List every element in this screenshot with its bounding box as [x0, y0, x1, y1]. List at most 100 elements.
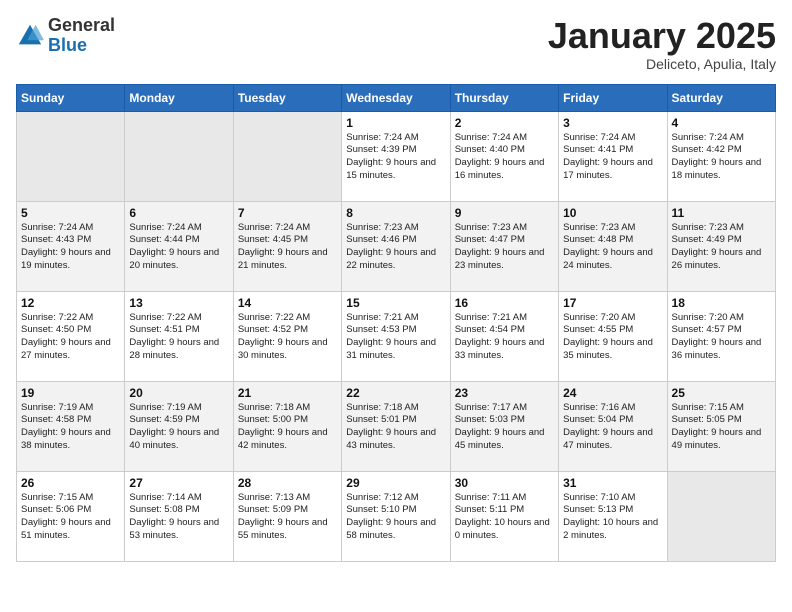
weekday-header: Thursday	[450, 84, 558, 111]
calendar-cell: 4Sunrise: 7:24 AMSunset: 4:42 PMDaylight…	[667, 111, 775, 201]
calendar-cell: 27 Sunrise: 7:14 AMSunset: 5:08 PMDayligh…	[125, 471, 233, 561]
calendar-cell: 28Sunrise: 7:13 AMSunset: 5:09 PMDayligh…	[233, 471, 341, 561]
calendar-cell: 15Sunrise: 7:21 AMSunset: 4:53 PMDayligh…	[342, 291, 450, 381]
calendar-cell: 8 Sunrise: 7:23 AMSunset: 4:46 PMDaylight…	[342, 201, 450, 291]
calendar-cell: 9 Sunrise: 7:23 AMSunset: 4:47 PMDaylight…	[450, 201, 558, 291]
day-number: 14	[238, 296, 337, 310]
calendar-cell: 14 Sunrise: 7:22 AMSunset: 4:52 PMDayligh…	[233, 291, 341, 381]
day-info: Sunrise: 7:15 AMSunset: 5:05 PMDaylight:…	[672, 402, 771, 453]
calendar-cell: 16 Sunrise: 7:21 AMSunset: 4:54 PMDayligh…	[450, 291, 558, 381]
calendar-cell: 29 Sunrise: 7:12 AMSunset: 5:10 PMDayligh…	[342, 471, 450, 561]
day-number: 1	[346, 116, 445, 130]
day-number: 24	[563, 386, 662, 400]
day-number: 28	[238, 476, 337, 490]
day-number: 25	[672, 386, 771, 400]
calendar-cell: 22 Sunrise: 7:18 AMSunset: 5:01 PMDayligh…	[342, 381, 450, 471]
calendar-table: SundayMondayTuesdayWednesdayThursdayFrid…	[16, 84, 776, 562]
day-number: 31	[563, 476, 662, 490]
day-number: 19	[21, 386, 120, 400]
day-info: Sunrise: 7:22 AMSunset: 4:50 PMDaylight:…	[21, 312, 120, 363]
day-info: Sunrise: 7:21 AMSunset: 4:54 PMDaylight:…	[455, 312, 554, 363]
day-info: Sunrise: 7:22 AMSunset: 4:51 PMDaylight:…	[129, 312, 228, 363]
calendar-cell	[17, 111, 125, 201]
calendar-week-row: 19 Sunrise: 7:19 AMSunset: 4:58 PMDayligh…	[17, 381, 776, 471]
day-info: Sunrise: 7:24 AMSunset: 4:42 PMDaylight:…	[672, 132, 771, 183]
calendar-week-row: 1Sunrise: 7:24 AMSunset: 4:39 PMDaylight…	[17, 111, 776, 201]
day-number: 8	[346, 206, 445, 220]
day-number: 12	[21, 296, 120, 310]
day-info: Sunrise: 7:24 AMSunset: 4:43 PMDaylight:…	[21, 222, 120, 273]
weekday-header: Monday	[125, 84, 233, 111]
weekday-header: Saturday	[667, 84, 775, 111]
calendar-cell: 6 Sunrise: 7:24 AMSunset: 4:44 PMDaylight…	[125, 201, 233, 291]
location-subtitle: Deliceto, Apulia, Italy	[548, 56, 776, 72]
calendar-cell: 24 Sunrise: 7:16 AMSunset: 5:04 PMDayligh…	[559, 381, 667, 471]
day-number: 17	[563, 296, 662, 310]
logo-blue: Blue	[48, 36, 115, 56]
logo: General Blue	[16, 16, 115, 56]
day-info: Sunrise: 7:23 AMSunset: 4:46 PMDaylight:…	[346, 222, 445, 273]
month-title: January 2025	[548, 16, 776, 56]
day-number: 26	[21, 476, 120, 490]
day-info: Sunrise: 7:10 AMSunset: 5:13 PMDaylight:…	[563, 492, 662, 543]
calendar-cell: 18Sunrise: 7:20 AMSunset: 4:57 PMDayligh…	[667, 291, 775, 381]
calendar-cell: 30Sunrise: 7:11 AMSunset: 5:11 PMDayligh…	[450, 471, 558, 561]
calendar-cell: 1Sunrise: 7:24 AMSunset: 4:39 PMDaylight…	[342, 111, 450, 201]
calendar-cell	[125, 111, 233, 201]
day-number: 7	[238, 206, 337, 220]
day-info: Sunrise: 7:20 AMSunset: 4:57 PMDaylight:…	[672, 312, 771, 363]
day-info: Sunrise: 7:19 AMSunset: 4:58 PMDaylight:…	[21, 402, 120, 453]
calendar-cell: 5 Sunrise: 7:24 AMSunset: 4:43 PMDaylight…	[17, 201, 125, 291]
weekday-header-row: SundayMondayTuesdayWednesdayThursdayFrid…	[17, 84, 776, 111]
day-number: 20	[129, 386, 228, 400]
weekday-header: Tuesday	[233, 84, 341, 111]
day-info: Sunrise: 7:14 AMSunset: 5:08 PMDaylight:…	[129, 492, 228, 543]
day-info: Sunrise: 7:18 AMSunset: 5:01 PMDaylight:…	[346, 402, 445, 453]
calendar-cell: 19 Sunrise: 7:19 AMSunset: 4:58 PMDayligh…	[17, 381, 125, 471]
day-number: 22	[346, 386, 445, 400]
logo-general: General	[48, 16, 115, 36]
page-header: General Blue January 2025 Deliceto, Apul…	[16, 16, 776, 72]
day-number: 13	[129, 296, 228, 310]
day-info: Sunrise: 7:12 AMSunset: 5:10 PMDaylight:…	[346, 492, 445, 543]
day-info: Sunrise: 7:23 AMSunset: 4:47 PMDaylight:…	[455, 222, 554, 273]
day-number: 21	[238, 386, 337, 400]
calendar-cell: 25 Sunrise: 7:15 AMSunset: 5:05 PMDayligh…	[667, 381, 775, 471]
calendar-cell: 21 Sunrise: 7:18 AMSunset: 5:00 PMDayligh…	[233, 381, 341, 471]
calendar-cell: 20 Sunrise: 7:19 AMSunset: 4:59 PMDayligh…	[125, 381, 233, 471]
calendar-cell: 31 Sunrise: 7:10 AMSunset: 5:13 PMDayligh…	[559, 471, 667, 561]
day-number: 11	[672, 206, 771, 220]
day-info: Sunrise: 7:24 AMSunset: 4:45 PMDaylight:…	[238, 222, 337, 273]
day-number: 30	[455, 476, 554, 490]
day-info: Sunrise: 7:23 AMSunset: 4:48 PMDaylight:…	[563, 222, 662, 273]
calendar-cell	[233, 111, 341, 201]
day-info: Sunrise: 7:16 AMSunset: 5:04 PMDaylight:…	[563, 402, 662, 453]
day-number: 9	[455, 206, 554, 220]
calendar-cell: 2Sunrise: 7:24 AMSunset: 4:40 PMDaylight…	[450, 111, 558, 201]
day-info: Sunrise: 7:24 AMSunset: 4:44 PMDaylight:…	[129, 222, 228, 273]
weekday-header: Friday	[559, 84, 667, 111]
day-number: 5	[21, 206, 120, 220]
calendar-cell: 23Sunrise: 7:17 AMSunset: 5:03 PMDayligh…	[450, 381, 558, 471]
weekday-header: Sunday	[17, 84, 125, 111]
calendar-week-row: 26Sunrise: 7:15 AMSunset: 5:06 PMDayligh…	[17, 471, 776, 561]
day-info: Sunrise: 7:24 AMSunset: 4:41 PMDaylight:…	[563, 132, 662, 183]
day-info: Sunrise: 7:23 AMSunset: 4:49 PMDaylight:…	[672, 222, 771, 273]
day-info: Sunrise: 7:21 AMSunset: 4:53 PMDaylight:…	[346, 312, 445, 363]
calendar-week-row: 5 Sunrise: 7:24 AMSunset: 4:43 PMDaylight…	[17, 201, 776, 291]
day-info: Sunrise: 7:19 AMSunset: 4:59 PMDaylight:…	[129, 402, 228, 453]
weekday-header: Wednesday	[342, 84, 450, 111]
day-number: 29	[346, 476, 445, 490]
day-info: Sunrise: 7:22 AMSunset: 4:52 PMDaylight:…	[238, 312, 337, 363]
calendar-cell: 7 Sunrise: 7:24 AMSunset: 4:45 PMDaylight…	[233, 201, 341, 291]
day-info: Sunrise: 7:20 AMSunset: 4:55 PMDaylight:…	[563, 312, 662, 363]
logo-text: General Blue	[48, 16, 115, 56]
day-info: Sunrise: 7:17 AMSunset: 5:03 PMDaylight:…	[455, 402, 554, 453]
calendar-cell	[667, 471, 775, 561]
calendar-week-row: 12 Sunrise: 7:22 AMSunset: 4:50 PMDayligh…	[17, 291, 776, 381]
calendar-cell: 13 Sunrise: 7:22 AMSunset: 4:51 PMDayligh…	[125, 291, 233, 381]
day-info: Sunrise: 7:18 AMSunset: 5:00 PMDaylight:…	[238, 402, 337, 453]
day-number: 6	[129, 206, 228, 220]
day-number: 16	[455, 296, 554, 310]
day-number: 27	[129, 476, 228, 490]
